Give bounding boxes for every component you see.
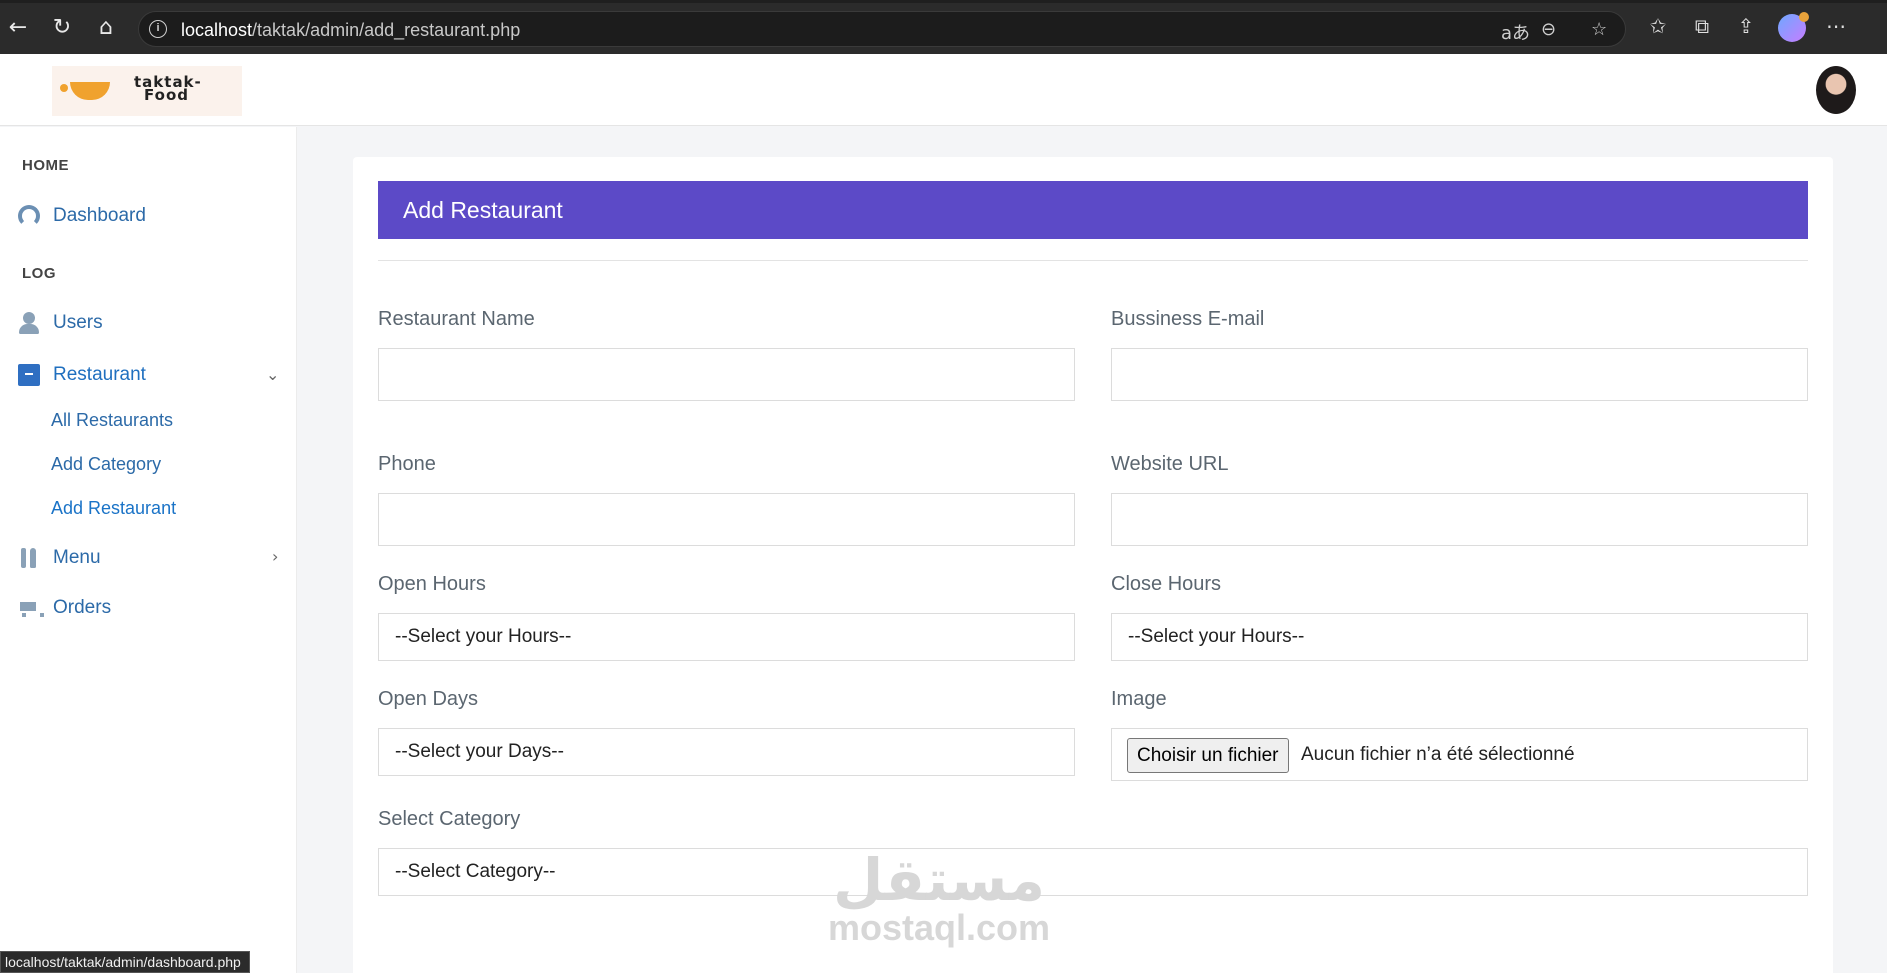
image-file-input[interactable]: Choisir un fichier Aucun fichier n’a été… [1111, 728, 1808, 781]
website-url-label: Website URL [1111, 453, 1229, 475]
url-path: /taktak/admin/add_restaurant.php [252, 20, 521, 40]
sidebar-item-restaurant[interactable]: Restaurant [18, 360, 146, 390]
category-select[interactable]: --Select Category-- [378, 848, 1808, 896]
site-info-icon[interactable]: i [149, 20, 167, 38]
url-host: localhost [181, 20, 253, 40]
bowl-icon [60, 82, 110, 100]
sidebar-item-label: Users [53, 312, 103, 333]
file-status-text: Aucun fichier n’a été sélectionné [1301, 744, 1575, 765]
read-aloud-icon[interactable]: aあ [1501, 19, 1530, 45]
sidebar-item-label: Restaurant [53, 364, 146, 385]
home-icon[interactable]: ⌂ [92, 14, 120, 42]
business-email-label: Bussiness E-mail [1111, 308, 1265, 330]
user-icon [18, 312, 40, 334]
sidebar-sub-add-category[interactable]: Add Category [51, 454, 161, 475]
business-email-input[interactable] [1111, 348, 1808, 401]
sidebar-item-orders[interactable]: Orders [18, 593, 111, 623]
sidebar: HOME Dashboard LOG Users Restaurant ⌄ Al… [0, 127, 297, 973]
favorites-icon[interactable]: ✩ [1644, 14, 1672, 38]
status-link-preview: localhost/taktak/admin/dashboard.php [0, 951, 250, 973]
back-arrow-icon[interactable]: ← [4, 14, 32, 42]
chevron-right-icon[interactable]: › [272, 547, 278, 566]
refresh-icon[interactable]: ↻ [48, 14, 76, 42]
cart-icon [18, 597, 44, 619]
sidebar-sub-all-restaurants[interactable]: All Restaurants [51, 410, 173, 431]
page-title: Add Restaurant [403, 197, 563, 223]
sidebar-item-menu[interactable]: Menu [18, 543, 101, 573]
favorite-star-icon[interactable]: ☆ [1591, 19, 1607, 40]
open-hours-select[interactable]: --Select your Hours-- [378, 613, 1075, 661]
open-hours-label: Open Hours [378, 573, 486, 595]
close-hours-label: Close Hours [1111, 573, 1222, 595]
section-home: HOME [22, 157, 69, 174]
archive-icon [18, 364, 40, 386]
chevron-down-icon[interactable]: ⌄ [266, 365, 279, 384]
phone-input[interactable] [378, 493, 1075, 546]
close-hours-select[interactable]: --Select your Hours-- [1111, 613, 1808, 661]
sidebar-item-label: Dashboard [53, 205, 146, 226]
choose-file-button[interactable]: Choisir un fichier [1127, 738, 1289, 773]
open-days-select[interactable]: --Select your Days-- [378, 728, 1075, 776]
card-header: Add Restaurant [378, 181, 1808, 239]
gauge-icon [18, 205, 40, 227]
website-url-input[interactable] [1111, 493, 1808, 546]
image-label: Image [1111, 688, 1167, 710]
phone-label: Phone [378, 453, 436, 475]
settings-more-icon[interactable]: ⋯ [1822, 14, 1850, 38]
watermark: مستقل mostaql.com [828, 850, 1050, 946]
collections-icon[interactable]: ⧉ [1688, 14, 1716, 38]
share-icon[interactable]: ⇪ [1732, 14, 1760, 38]
browser-toolbar: ← ↻ ⌂ i localhost/taktak/admin/add_resta… [0, 0, 1887, 54]
select-category-label: Select Category [378, 808, 521, 830]
logo[interactable]: taktak- Food [52, 66, 242, 116]
more-page-options-icon[interactable]: ⊖ [1541, 19, 1556, 40]
sidebar-item-users[interactable]: Users [18, 308, 103, 338]
open-days-label: Open Days [378, 688, 479, 710]
address-bar[interactable]: i localhost/taktak/admin/add_restaurant.… [138, 11, 1626, 47]
sidebar-sub-add-restaurant[interactable]: Add Restaurant [51, 498, 176, 519]
add-restaurant-card: Add Restaurant Restaurant Name Bussiness… [353, 157, 1833, 973]
sidebar-item-label: Orders [53, 597, 112, 618]
restaurant-name-input[interactable] [378, 348, 1075, 401]
browser-profile-icon[interactable] [1778, 12, 1809, 42]
sidebar-item-label: Menu [53, 547, 101, 568]
tab-strip-edge [0, 0, 1887, 3]
watermark-arabic: مستقل [832, 846, 1046, 914]
restaurant-name-label: Restaurant Name [378, 308, 535, 330]
user-avatar[interactable] [1816, 66, 1856, 114]
logo-text: taktak- Food [134, 75, 202, 103]
divider [378, 260, 1808, 261]
watermark-latin: mostaql.com [828, 907, 1051, 948]
section-log: LOG [22, 265, 56, 282]
utensils-icon [18, 547, 40, 569]
address-url[interactable]: localhost/taktak/admin/add_restaurant.ph… [181, 20, 520, 41]
sidebar-item-dashboard[interactable]: Dashboard [18, 201, 146, 231]
app-header: taktak- Food [0, 54, 1887, 126]
